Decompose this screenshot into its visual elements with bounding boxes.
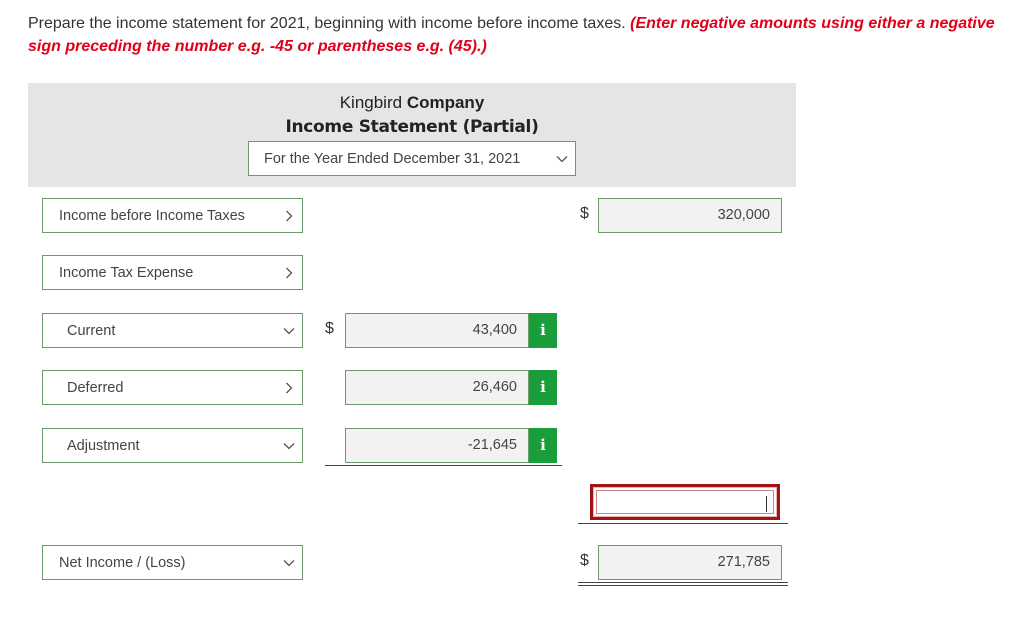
net-income-label: Net Income / (Loss)	[59, 554, 186, 571]
company-name: Kingbird Company	[339, 93, 485, 112]
total-tax-input-inner	[596, 490, 774, 514]
period-select-value: For the Year Ended December 31, 2021	[264, 150, 521, 167]
adjustment-select[interactable]: Adjustment	[42, 428, 303, 463]
income-tax-expense-select[interactable]: Income Tax Expense	[42, 255, 303, 290]
adjustment-label: Adjustment	[67, 437, 140, 454]
info-icon[interactable]: i	[529, 370, 557, 405]
deferred-select[interactable]: Deferred	[42, 370, 303, 405]
income-before-taxes-select[interactable]: Income before Income Taxes	[42, 198, 303, 233]
instructions: Prepare the income statement for 2021, b…	[28, 12, 1013, 58]
net-income-select[interactable]: Net Income / (Loss)	[42, 545, 303, 580]
chevron-down-icon	[283, 559, 295, 566]
info-icon[interactable]: i	[529, 428, 557, 463]
instructions-text: Prepare the income statement for 2021, b…	[28, 15, 631, 32]
double-rule-bottom	[578, 585, 788, 586]
deferred-amount[interactable]: 26,460	[345, 370, 529, 405]
income-tax-expense-label: Income Tax Expense	[59, 264, 194, 281]
chevron-down-icon	[286, 267, 293, 278]
statement-title: Income Statement (Partial)	[285, 117, 539, 137]
total-rule	[578, 523, 788, 524]
info-icon[interactable]: i	[529, 313, 557, 348]
net-income-amount[interactable]: 271,785	[598, 545, 782, 580]
chevron-down-icon	[286, 210, 293, 221]
chevron-down-icon	[283, 442, 295, 449]
subtotal-rule	[325, 465, 562, 466]
period-select[interactable]: For the Year Ended December 31, 2021	[248, 141, 576, 176]
double-rule-top	[578, 582, 788, 583]
chevron-down-icon	[556, 155, 568, 162]
adjustment-amount[interactable]: -21,645	[345, 428, 529, 463]
chevron-down-icon	[286, 382, 293, 393]
total-tax-input[interactable]	[590, 484, 780, 520]
income-before-taxes-label: Income before Income Taxes	[59, 207, 245, 224]
current-amount[interactable]: 43,400	[345, 313, 529, 348]
income-before-taxes-amount[interactable]: 320,000	[598, 198, 782, 233]
chevron-down-icon	[283, 327, 295, 334]
current-label: Current	[67, 322, 116, 339]
current-select[interactable]: Current	[42, 313, 303, 348]
dollar-sign: $	[325, 320, 334, 337]
dollar-sign: $	[580, 205, 589, 222]
dollar-sign: $	[580, 552, 589, 569]
text-caret	[766, 496, 767, 512]
deferred-label: Deferred	[67, 379, 124, 396]
